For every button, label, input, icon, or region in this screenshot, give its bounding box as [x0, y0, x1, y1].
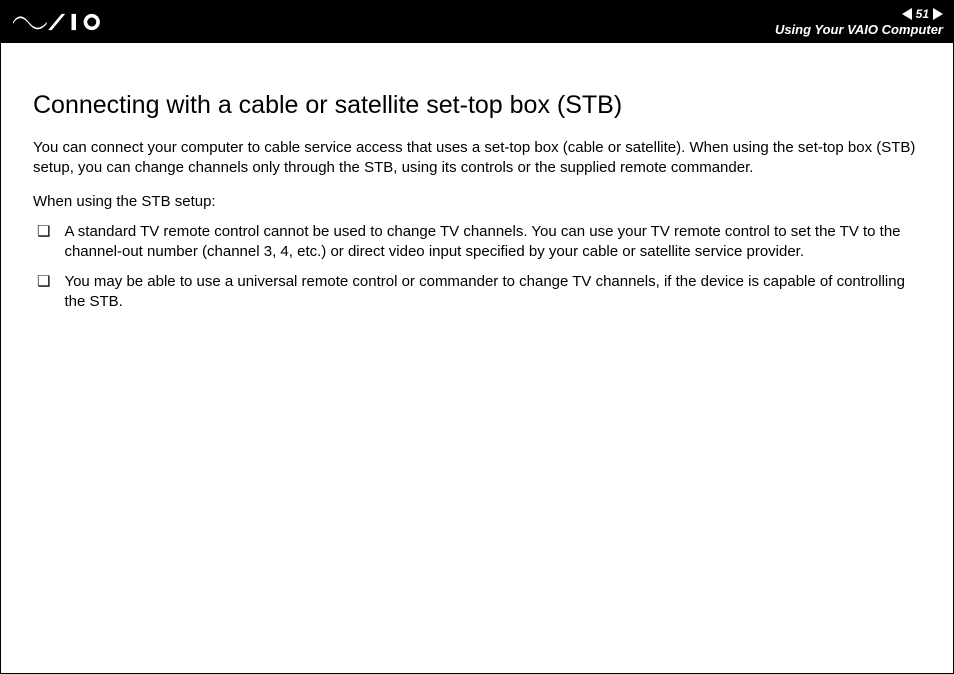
pager: 51: [902, 7, 943, 21]
bullet-list: ❏ A standard TV remote control cannot be…: [33, 222, 921, 313]
page-number: 51: [916, 7, 929, 21]
list-item-text: You may be able to use a universal remot…: [64, 272, 921, 313]
intro-paragraph: You can connect your computer to cable s…: [33, 138, 921, 179]
prev-page-icon[interactable]: [902, 8, 912, 20]
header-bar: 51 Using Your VAIO Computer: [1, 1, 953, 43]
page-content: Connecting with a cable or satellite set…: [1, 43, 953, 313]
bullet-icon: ❏: [37, 272, 50, 313]
bullet-icon: ❏: [37, 222, 50, 263]
list-item: ❏ A standard TV remote control cannot be…: [33, 222, 921, 263]
breadcrumb: Using Your VAIO Computer: [775, 22, 943, 37]
next-page-icon[interactable]: [933, 8, 943, 20]
list-item: ❏ You may be able to use a universal rem…: [33, 272, 921, 313]
lead-paragraph: When using the STB setup:: [33, 193, 921, 210]
nav-cluster: 51 Using Your VAIO Computer: [775, 7, 943, 37]
page-title: Connecting with a cable or satellite set…: [33, 91, 921, 120]
list-item-text: A standard TV remote control cannot be u…: [64, 222, 921, 263]
vaio-logo: [13, 13, 112, 31]
